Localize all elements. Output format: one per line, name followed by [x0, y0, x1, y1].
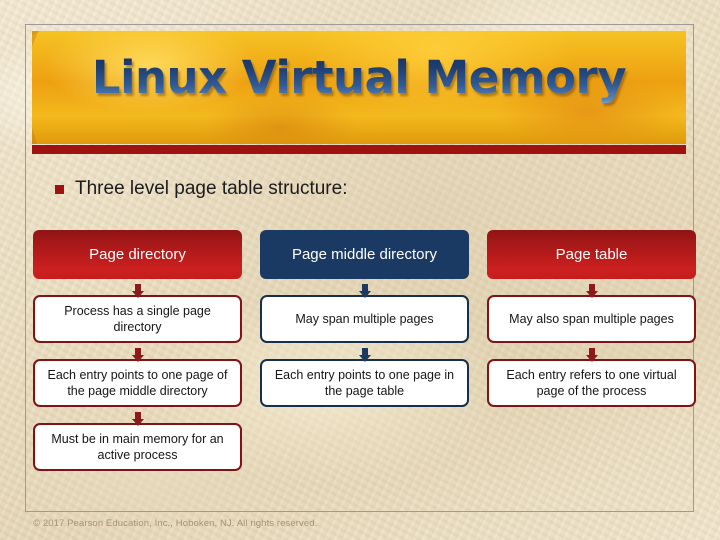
- bullet-text: Three level page table structure:: [75, 178, 348, 199]
- diagram-column-page-directory: Page directory Process has a single page…: [33, 230, 242, 471]
- down-arrow-icon: [33, 407, 242, 426]
- diagram-cell: Each entry refers to one virtual page of…: [487, 359, 696, 407]
- down-arrow-icon: [33, 279, 242, 298]
- title-banner: Linux Virtual Memory: [32, 31, 686, 144]
- bullet-line: Three level page table structure:: [55, 178, 348, 200]
- down-arrow-icon: [487, 279, 696, 298]
- down-arrow-icon: [260, 279, 469, 298]
- diagram-column-page-middle-directory: Page middle directory May span multiple …: [260, 230, 469, 407]
- diagram-column-page-table: Page table May also span multiple pages …: [487, 230, 696, 407]
- column-header: Page table: [487, 230, 696, 279]
- square-bullet-icon: [55, 184, 64, 194]
- diagram-cell: May span multiple pages: [260, 295, 469, 343]
- diagram-cell: May also span multiple pages: [487, 295, 696, 343]
- diagram-cell: Each entry points to one page in the pag…: [260, 359, 469, 407]
- down-arrow-icon: [260, 343, 469, 362]
- page-title: Linux Virtual Memory: [32, 49, 686, 107]
- down-arrow-icon: [33, 343, 242, 362]
- copyright-footer: © 2017 Pearson Education, Inc., Hoboken,…: [33, 518, 318, 529]
- diagram-cell: Process has a single page directory: [33, 295, 242, 343]
- title-underline-bar: [32, 145, 686, 154]
- slide-canvas: Linux Virtual Memory Three level page ta…: [0, 0, 720, 540]
- diagram-cell: Must be in main memory for an active pro…: [33, 423, 242, 471]
- column-header: Page directory: [33, 230, 242, 279]
- column-header: Page middle directory: [260, 230, 469, 279]
- down-arrow-icon: [487, 343, 696, 362]
- diagram-cell: Each entry points to one page of the pag…: [33, 359, 242, 407]
